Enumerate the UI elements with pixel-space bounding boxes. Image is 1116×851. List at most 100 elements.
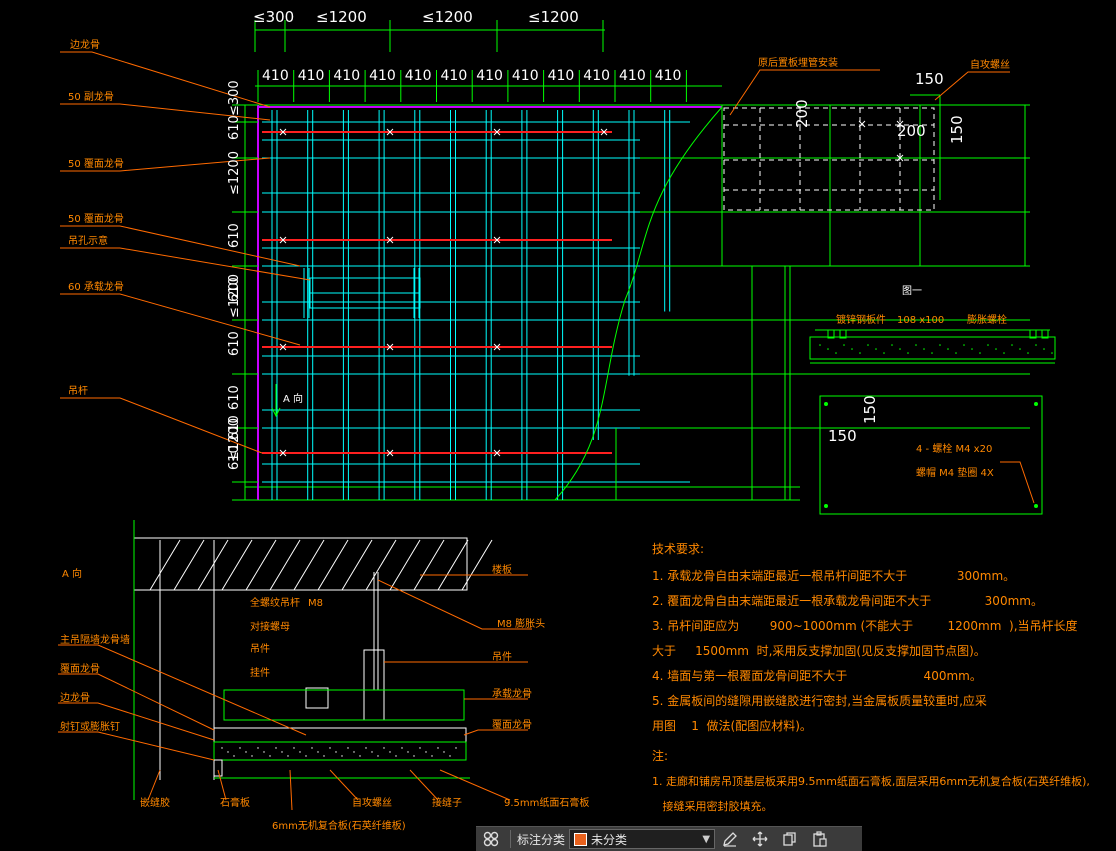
bay-dim-text: 410 xyxy=(512,68,539,84)
board-speckle xyxy=(437,747,439,749)
fig1-speckle xyxy=(947,348,949,350)
sec-left-4: 射钉或膨胀钉 xyxy=(60,720,120,733)
board-speckle xyxy=(323,755,325,757)
bay-dim-text: 410 xyxy=(476,68,503,84)
cad-drawing[interactable]: ≤300 ≤1200 ≤1200 ≤1200 410 410 410 410 410 41… xyxy=(0,0,1116,850)
edit-icon[interactable] xyxy=(715,827,745,851)
board-speckle xyxy=(329,747,331,749)
bay-dim-text: 410 xyxy=(298,68,325,84)
slab-hatch xyxy=(197,539,229,591)
left-dim-text: 610 xyxy=(227,415,242,440)
label-sub-keel: 50 副龙骨 xyxy=(68,90,114,103)
fig1-note-1: 4 - 螺栓 M4 x20 xyxy=(916,442,992,455)
chevron-down-icon: ▼ xyxy=(702,833,711,845)
notes-line-4: 大于 1500mm 时,采用反支撑加固(见反支撑加固节点图)。 xyxy=(652,643,986,658)
copy-icon[interactable] xyxy=(775,827,805,851)
sec-mid-2: 对接螺母 xyxy=(250,620,290,633)
board-speckle xyxy=(359,755,361,757)
annotation-toolbar: 标注分类 未分类 ▼ xyxy=(476,826,862,851)
bay-dim-text: 410 xyxy=(583,68,610,84)
fig1-speckle xyxy=(1011,344,1013,346)
notes-line-2: 2. 覆面龙骨自由末端距最近一根承载龙骨间距不大于 300mm。 xyxy=(652,594,1043,608)
notes-line-3: 3. 吊杆间距应为 900~1000mm (不能大于 1200mm ),当吊杆长… xyxy=(652,618,1078,633)
fig1-note-2: 螺帽 M4 垫圈 4X xyxy=(916,466,994,479)
break-line xyxy=(554,106,723,501)
slab-hatch xyxy=(173,539,205,591)
detail-dim-mid: 200 xyxy=(897,122,926,140)
fig1-speckle xyxy=(963,344,965,346)
fig1-speckle xyxy=(1019,348,1021,350)
label-hanger-hole: 吊孔示意 xyxy=(68,234,108,247)
board-speckle xyxy=(365,747,367,749)
slab-hatch xyxy=(389,539,421,591)
board-lower xyxy=(213,741,467,761)
plan-arrow-label: A 向 xyxy=(283,392,303,405)
board-speckle xyxy=(347,747,349,749)
board-speckle xyxy=(311,747,313,749)
board-speckle xyxy=(293,747,295,749)
fig1-speckle xyxy=(931,352,933,354)
sec-left-3: 边龙骨 xyxy=(60,691,90,704)
fig1-speckle xyxy=(827,348,829,350)
left-dim-text: 610 xyxy=(227,223,242,248)
fig1-speckle xyxy=(955,352,957,354)
fig1-speckle xyxy=(843,344,845,346)
board-speckle xyxy=(245,751,247,753)
top-dim-3: ≤1200 xyxy=(422,8,473,26)
clip xyxy=(305,687,329,709)
fig1-speckle xyxy=(923,348,925,350)
board-speckle xyxy=(353,751,355,753)
notes-line-6: 5. 金属板间的缝隙用嵌缝胶进行密封,当金属板质量较重时,应采 xyxy=(652,693,987,708)
section-leader xyxy=(289,769,293,811)
fig1-leader xyxy=(1000,461,1035,504)
slab-hatch xyxy=(221,539,253,591)
category-label: 标注分类 xyxy=(517,832,566,847)
fig1-dim-v: 150 xyxy=(861,395,879,424)
slab-hatch xyxy=(293,539,325,591)
left-dim-text: 610 xyxy=(227,445,242,470)
board-speckle xyxy=(257,747,259,749)
notes-note-title: 注: xyxy=(652,748,668,763)
board-speckle xyxy=(419,747,421,749)
paste-icon[interactable] xyxy=(805,827,835,851)
board-speckle xyxy=(239,747,241,749)
fig1-speckle xyxy=(875,348,877,350)
top-dim-1: ≤300 xyxy=(253,8,294,26)
corner-leader xyxy=(934,71,1010,101)
board-speckle xyxy=(341,755,343,757)
fig1-speckle xyxy=(1043,348,1045,350)
label-edge-keel: 边龙骨 xyxy=(70,38,100,51)
sec-bottom-2: 石膏板 xyxy=(220,796,250,809)
fig1-speckle xyxy=(851,348,853,350)
fig1-speckle xyxy=(819,344,821,346)
notes-note-1: 1. 走廊和铺房吊顶基层板采用9.5mm纸面石膏板,面层采用6mm无机复合板(石… xyxy=(652,774,1090,788)
label-cover-keel-2: 50 覆面龙骨 xyxy=(68,212,124,225)
left-dim-text: ≤300 xyxy=(227,80,242,116)
bay-dim-text: 410 xyxy=(655,68,682,84)
fig1-title: 图一 xyxy=(902,285,922,297)
fig1-speckle xyxy=(907,352,909,354)
fig1-speckle xyxy=(899,348,901,350)
fig1-hole xyxy=(1034,402,1038,406)
board-speckle xyxy=(251,755,253,757)
category-swatch xyxy=(574,832,588,846)
fig1-plate-plan xyxy=(819,395,1043,515)
slab-hatch xyxy=(413,539,445,591)
notes-line-1: 1. 承载龙骨自由末端距最近一根吊杆间距不大于 300mm。 xyxy=(652,569,1015,583)
board-speckle xyxy=(389,751,391,753)
left-dim-text: ≤1200 xyxy=(227,151,242,195)
edge-trim xyxy=(213,759,223,777)
category-select[interactable]: 未分类 ▼ xyxy=(569,829,716,849)
board-speckle xyxy=(317,751,319,753)
left-dim-text: 610 xyxy=(227,115,242,140)
section-leader xyxy=(409,769,439,801)
move-icon[interactable] xyxy=(745,827,775,851)
fig1-speckle xyxy=(859,352,861,354)
fig1-hole xyxy=(824,402,828,406)
fig1-speckle xyxy=(867,344,869,346)
detail-dim-v: 200 xyxy=(793,99,811,128)
board-speckle xyxy=(383,747,385,749)
bay-dim-text: 410 xyxy=(369,68,396,84)
grid-icon[interactable] xyxy=(476,827,506,851)
board-speckle xyxy=(443,751,445,753)
